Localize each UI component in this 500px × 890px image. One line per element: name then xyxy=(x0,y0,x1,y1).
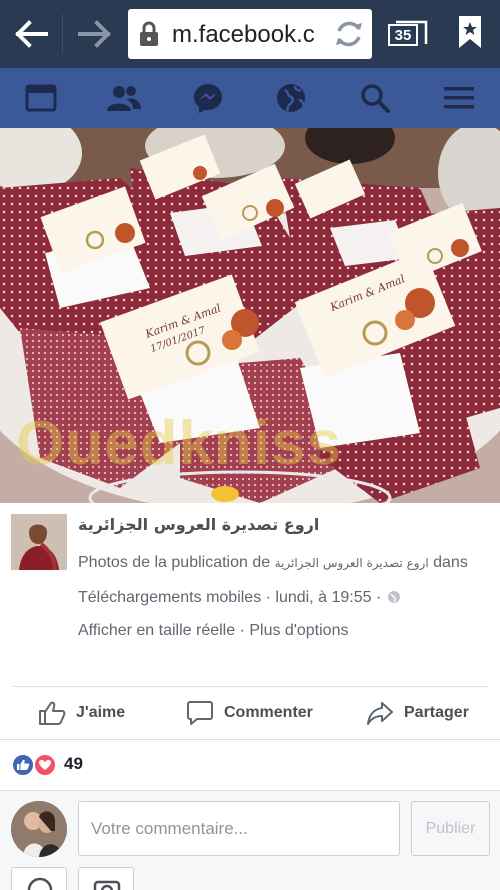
comment-input[interactable] xyxy=(78,801,400,856)
forward-button[interactable] xyxy=(70,10,118,58)
link-separator: · xyxy=(235,622,250,639)
camera-icon xyxy=(93,880,121,890)
reactions-bar[interactable]: 49 xyxy=(0,740,500,790)
address-bar[interactable]: m.facebook.c xyxy=(128,9,372,59)
search-icon xyxy=(361,84,390,113)
notifications-globe-icon xyxy=(277,84,305,112)
news-feed-icon xyxy=(25,84,57,112)
friends-button[interactable] xyxy=(106,80,142,116)
photo-links-line: Afficher en taille réelle · Plus d'optio… xyxy=(78,622,348,640)
user-avatar xyxy=(11,801,67,857)
friends-icon xyxy=(107,86,141,111)
publication-page-link[interactable]: اروع تصديرة العروس الجزائرية xyxy=(275,556,429,570)
like-button[interactable]: J'aime xyxy=(38,687,125,739)
comment-button[interactable]: Commenter xyxy=(186,687,313,739)
like-icon xyxy=(39,701,66,725)
menu-icon xyxy=(444,87,474,109)
comment-composer: Publier xyxy=(0,790,500,890)
back-button[interactable] xyxy=(8,10,56,58)
sticker-button[interactable] xyxy=(11,867,67,890)
back-icon xyxy=(15,20,48,48)
share-label: Partager xyxy=(404,704,469,721)
notifications-button[interactable] xyxy=(273,80,309,116)
publish-button[interactable]: Publier xyxy=(411,801,490,856)
forward-icon xyxy=(78,20,111,48)
like-label: J'aime xyxy=(76,704,126,721)
publication-line: Photos de la publication de اروع تصديرة … xyxy=(78,554,468,572)
browser-toolbar: m.facebook.c 35 xyxy=(0,0,500,68)
reaction-icons xyxy=(11,753,57,777)
messenger-icon xyxy=(194,84,222,113)
menu-button[interactable] xyxy=(441,80,477,116)
tab-count: 35 xyxy=(388,24,418,46)
publication-suffix: dans xyxy=(428,554,468,571)
page-avatar[interactable] xyxy=(11,514,67,570)
share-button[interactable]: Partager xyxy=(366,687,469,739)
publication-prefix: Photos de la publication de xyxy=(78,554,275,571)
comment-label: Commenter xyxy=(224,704,313,721)
search-button[interactable] xyxy=(357,80,393,116)
messenger-button[interactable] xyxy=(190,80,226,116)
album-time-line: Téléchargements mobiles · lundi, à 19:55… xyxy=(78,589,401,607)
user-avatar-image xyxy=(11,801,67,857)
album-time[interactable]: Téléchargements mobiles · lundi, à 19:55… xyxy=(78,589,381,606)
bookmark-button[interactable] xyxy=(456,14,484,55)
facebook-nav-bar xyxy=(0,68,500,128)
camera-button[interactable] xyxy=(78,867,134,890)
public-globe-icon xyxy=(388,591,401,603)
nav-divider xyxy=(62,14,63,54)
lock-icon xyxy=(140,21,158,46)
reload-icon xyxy=(336,21,362,47)
news-feed-button[interactable] xyxy=(23,80,59,116)
tabs-button[interactable]: 35 xyxy=(388,16,428,56)
url-text: m.facebook.c xyxy=(172,21,315,48)
more-options-link[interactable]: Plus d'options xyxy=(249,622,348,639)
page-name[interactable]: اروع تصديرة العروس الجزائرية xyxy=(78,515,319,534)
comment-icon xyxy=(187,701,213,725)
ouedkniss-watermark: Ouedkniss xyxy=(16,409,342,478)
full-size-link[interactable]: Afficher en taille réelle xyxy=(78,622,235,639)
bookmark-icon xyxy=(459,16,481,48)
sticker-icon xyxy=(27,877,53,890)
post-info: اروع تصديرة العروس الجزائرية Photos de l… xyxy=(0,503,500,686)
share-icon xyxy=(367,702,393,725)
reload-button[interactable] xyxy=(330,16,368,52)
reaction-count: 49 xyxy=(64,754,83,773)
page-avatar-image xyxy=(11,514,67,570)
post-actions: J'aime Commenter Partager xyxy=(0,687,500,739)
